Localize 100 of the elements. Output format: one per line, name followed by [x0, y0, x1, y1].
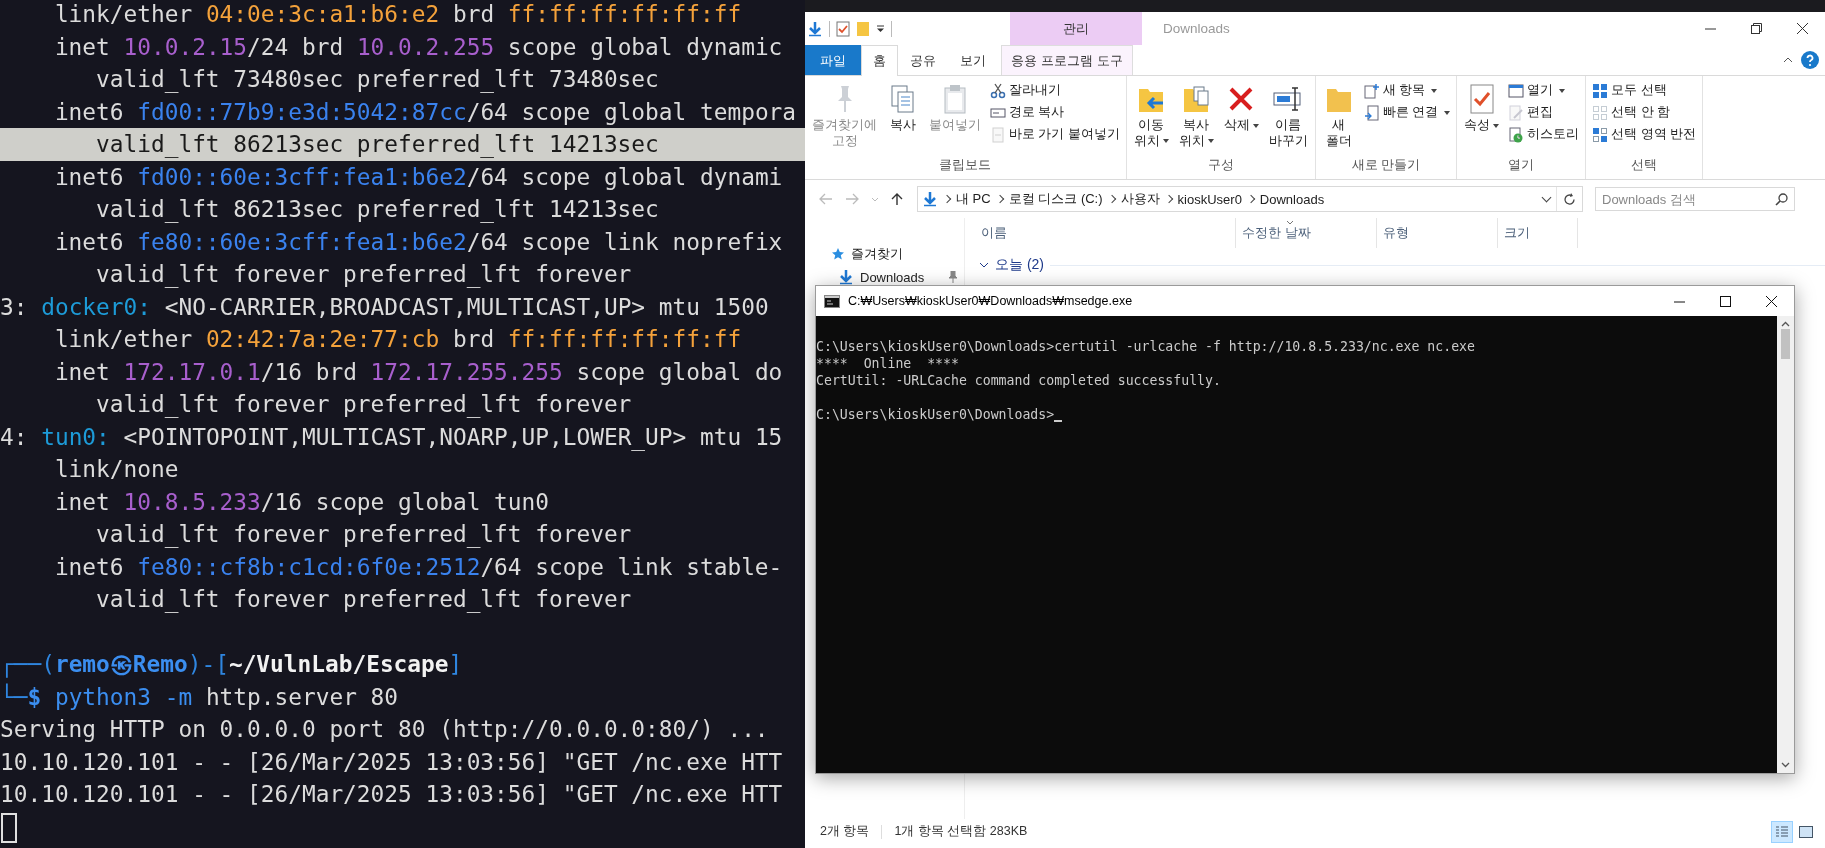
terminal-line: link/ether 04:0e:3c:a1:b6:e2 brd ff:ff:ff:ff:ff:ff: [53, 0, 743, 29]
group-label: 열기: [1507, 157, 1536, 174]
star-icon: [831, 247, 845, 261]
terminal-line: ┌──(remo㉿Remo)-[~/VulnLab/Escape]: [0, 650, 464, 680]
search-icon: [1775, 193, 1788, 206]
help-icon[interactable]: [1801, 51, 1819, 69]
ribbon-button[interactable]: 선택 안 함: [1590, 103, 1699, 122]
group-label: 구성: [1206, 157, 1235, 174]
ribbon-button[interactable]: 이동 위치: [1130, 81, 1172, 157]
window-icon: [1508, 82, 1525, 99]
download-arrow-icon: [807, 20, 823, 37]
ribbon-button[interactable]: 히스토리: [1506, 125, 1582, 144]
terminal-line: valid_lft forever preferred_lft forever: [95, 260, 633, 290]
breadcrumb[interactable]: 로컬 디스크 (C:): [1008, 190, 1103, 208]
ribbon-button[interactable]: 이름 바꾸기: [1265, 81, 1311, 157]
chevron-down-icon[interactable]: [979, 260, 989, 270]
scroll-down-icon[interactable]: [1781, 762, 1790, 768]
column-header[interactable]: 크기: [1498, 218, 1578, 248]
list-icon: [1775, 824, 1789, 839]
caret-icon: [1162, 139, 1169, 144]
column-header[interactable]: 이름: [975, 218, 1236, 248]
ribbon-tab[interactable]: 홈: [861, 45, 898, 76]
caret-icon: [1207, 139, 1214, 144]
terminal-line: inet 10.0.2.15/24 brd 10.0.2.255 scope global dynamic: [53, 32, 784, 62]
ribbon-tab[interactable]: 보기: [948, 45, 998, 75]
restore-icon: [1750, 23, 1762, 34]
search-field[interactable]: Downloads 검색: [1595, 187, 1795, 211]
console-line: CertUtil: -URLCache command completed successfully.: [816, 372, 1222, 389]
column-header[interactable]: 유형: [1377, 218, 1498, 248]
breadcrumb[interactable]: 사용자: [1120, 190, 1160, 208]
terminal-line: └─$ python3 -m http.server 80: [0, 682, 400, 712]
pin-icon: [948, 271, 958, 283]
terminal-line: 4: tun0: <POINTOPOINT,MULTICAST,NOARP,UP,LOWER_UP> mtu 15: [0, 422, 784, 453]
console-line: **** Online ****: [816, 355, 960, 372]
caret-icon: [1444, 110, 1451, 115]
page-arrow-icon: [1363, 104, 1380, 121]
breadcrumb[interactable]: 내 PC: [956, 190, 991, 208]
terminal-line: inet6 fe80::60e:3cff:fea1:b6e2/64 scope link noprefix: [53, 227, 784, 257]
scissors-icon: [990, 82, 1006, 99]
console-icon: [824, 294, 840, 308]
download-arrow-icon: [922, 191, 938, 207]
ribbon-button[interactable]: 빠른 연결: [1361, 103, 1453, 122]
terminal-line: 3: docker0: <NO-CARRIER,BROADCAST,MULTICAST,UP> mtu 1500: [0, 292, 770, 322]
nav-item[interactable]: Downloads: [805, 266, 964, 288]
dropdown-icon[interactable]: [876, 24, 885, 33]
nav-item[interactable]: 즐겨찾기: [805, 242, 964, 266]
ribbon-button[interactable]: 경로 복사: [988, 103, 1122, 122]
address-bar[interactable]: 내 PC 로컬 디스크 (C:) 사용자 kioskUser0 Downloads: [917, 186, 1583, 212]
terminal-line: 10.10.120.101 - - [26/Mar/2025 13:03:56] "GET /nc.exe HTT: [0, 780, 784, 809]
column-header[interactable]: 수정한 날짜: [1236, 218, 1377, 248]
group-label: 선택: [1630, 157, 1659, 174]
terminal-line: inet6 fd00::77b9:e3d:5042:87cc/64 scope global tempora: [53, 97, 798, 127]
refresh-icon[interactable]: [1563, 192, 1576, 206]
close-icon: [1765, 295, 1777, 307]
maximize-icon: [1719, 295, 1731, 307]
caret-icon: [1431, 88, 1438, 93]
ribbon-button[interactable]: 새 폴더: [1319, 81, 1358, 157]
ribbon-button[interactable]: 복사 위치: [1175, 81, 1217, 157]
breadcrumb[interactable]: kioskUser0: [1177, 191, 1242, 207]
collapse-icon[interactable]: [1783, 57, 1793, 63]
new-item-icon: [1363, 82, 1380, 99]
ribbon-button[interactable]: 새 항목: [1361, 81, 1453, 100]
terminal-line: valid_lft 73480sec preferred_lft 73480sec: [95, 65, 660, 95]
breadcrumb[interactable]: Downloads: [1259, 191, 1325, 207]
terminal-line: valid_lft forever preferred_lft forever: [95, 390, 633, 420]
ribbon-tab[interactable]: 응용 프로그램 도구: [1001, 45, 1133, 75]
ribbon-button[interactable]: 열기: [1506, 81, 1582, 100]
invert-grid-icon: [1592, 126, 1609, 143]
terminal-line: valid_lft forever preferred_lft forever: [95, 520, 633, 550]
checkmark-page-icon[interactable]: [836, 20, 850, 37]
dotted-grid-icon: [1592, 104, 1609, 121]
ribbon-button[interactable]: 모두 선택: [1590, 81, 1699, 100]
page-icon: [990, 126, 1006, 143]
group-header[interactable]: 오늘 (2): [995, 256, 1044, 274]
picture-icon: [1799, 825, 1813, 838]
context-tab-header: 관리: [1010, 12, 1142, 45]
terminal-line: inet6 fe80::cf8b:c1cd:6f0e:2512/64 scope link stable-: [53, 552, 784, 582]
sort-chevron-icon: [1286, 220, 1294, 225]
group-label: 새로 만들기: [1350, 157, 1422, 174]
caret-icon: [1493, 123, 1500, 128]
scrollbar[interactable]: [1777, 316, 1794, 773]
selection-info: 1개 항목 선택함 283KB: [894, 823, 1028, 840]
ribbon-button[interactable]: 삭제: [1220, 81, 1262, 157]
scroll-thumb[interactable]: [1781, 329, 1790, 359]
download-arrow-icon: [838, 269, 854, 285]
terminal-line: inet6 fd00::60e:3cff:fea1:b6e2/64 scope global dynami: [53, 162, 784, 192]
ribbon-button[interactable]: 잘라내기: [988, 81, 1122, 100]
ribbon-tab[interactable]: 파일: [805, 45, 861, 75]
terminal-line: inet 10.8.5.233/16 scope global tun0: [53, 487, 550, 517]
item-count: 2개 항목: [820, 823, 870, 840]
ribbon-tab[interactable]: 공유: [898, 45, 948, 75]
caret-icon: [1559, 88, 1566, 93]
ribbon-button[interactable]: 복사: [884, 81, 922, 157]
scroll-up-icon[interactable]: [1781, 321, 1790, 327]
ribbon-button[interactable]: 속성: [1461, 81, 1503, 157]
ribbon-button[interactable]: 선택 영역 반전: [1590, 125, 1699, 144]
terminal-line: Serving HTTP on 0.0.0.0 port 80 (http://0.0.0.0:80/) ...: [0, 715, 770, 744]
group-label: 클립보드: [938, 157, 993, 174]
terminal-line: valid_lft 86213sec preferred_lft 14213sec: [95, 195, 660, 225]
grid-icon: [1592, 82, 1609, 99]
